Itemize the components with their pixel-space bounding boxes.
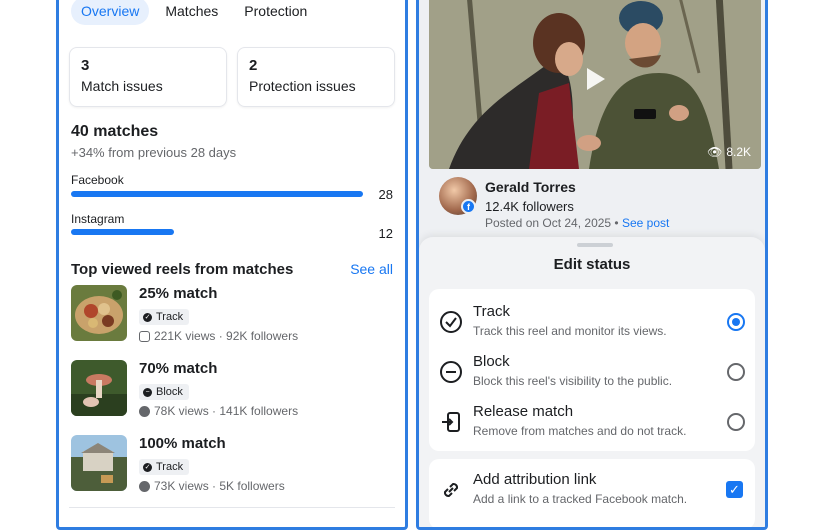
reel-match-percent: 70% match <box>139 360 218 377</box>
option-block[interactable]: Block Block this reel's visibility to th… <box>429 347 755 397</box>
status-badge-label: Track <box>156 461 184 473</box>
reel-stats-text: 78K views · 141K followers <box>154 404 299 418</box>
status-badge: ✓ Track <box>139 309 190 325</box>
status-badge: − Block <box>139 384 189 400</box>
option-track[interactable]: Track Track this reel and monitor its vi… <box>429 297 755 347</box>
reel-match-percent: 25% match <box>139 285 218 302</box>
option-title: Add attribution link <box>473 471 597 488</box>
match-issues-label: Match issues <box>81 78 163 94</box>
edit-status-screen: 👁 8.2K f Gerald Torres 12.4K followers P… <box>416 0 768 530</box>
minus-circle-icon <box>440 361 462 383</box>
option-title: Block <box>473 353 510 370</box>
status-options: Track Track this reel and monitor its vi… <box>429 289 755 451</box>
reel-stats: 73K views · 5K followers <box>139 479 285 493</box>
edit-status-sheet: Edit status Track Track this reel and mo… <box>419 237 765 527</box>
poster-followers: 12.4K followers <box>485 199 574 214</box>
divider <box>69 507 395 508</box>
see-all-link[interactable]: See all <box>350 261 393 277</box>
instagram-bar <box>71 229 174 235</box>
release-icon <box>442 412 460 432</box>
tab-protection[interactable]: Protection <box>234 0 317 25</box>
sheet-title: Edit status <box>553 256 631 273</box>
reel-thumbnail <box>71 435 127 491</box>
instagram-icon <box>139 330 150 342</box>
reel-thumbnail <box>71 360 127 416</box>
check-icon: ✓ <box>143 312 152 322</box>
link-icon <box>443 482 459 498</box>
attribution-checkbox[interactable]: ✓ <box>726 481 743 498</box>
option-title: Track <box>473 303 510 320</box>
reel-item[interactable]: 100% match ✓ Track 73K views · 5K follow… <box>71 435 393 495</box>
matches-overview-screen: Overview Matches Protection 3 Match issu… <box>56 0 408 530</box>
tab-matches[interactable]: Matches <box>155 0 228 25</box>
attribution-box: Add attribution link Add a link to a tra… <box>429 459 755 527</box>
match-issues-count: 3 <box>81 57 90 74</box>
status-badge-label: Track <box>156 311 184 323</box>
instagram-count: 12 <box>378 226 393 241</box>
facebook-count: 28 <box>378 187 393 202</box>
video-views-count: 8.2K <box>726 145 751 159</box>
facebook-badge-icon: f <box>461 199 476 214</box>
check-circle-icon <box>440 311 462 333</box>
tab-bar: Overview Matches Protection <box>71 0 317 28</box>
reel-stats-text: 73K views · 5K followers <box>154 479 285 493</box>
status-badge-label: Block <box>156 386 183 398</box>
reel-video[interactable]: 👁 8.2K <box>429 0 761 169</box>
reel-match-percent: 100% match <box>139 435 226 452</box>
option-desc: Track this reel and monitor its views. <box>473 324 667 338</box>
eye-icon: 👁 <box>707 145 723 159</box>
status-badge: ✓ Track <box>139 459 190 475</box>
reel-item[interactable]: 25% match ✓ Track 221K views · 92K follo… <box>71 285 393 345</box>
block-radio[interactable] <box>727 363 745 381</box>
release-match-radio[interactable] <box>727 413 745 431</box>
protection-issues-label: Protection issues <box>249 78 356 94</box>
reel-item[interactable]: 70% match − Block 78K views · 141K follo… <box>71 360 393 420</box>
platform-label-instagram: Instagram <box>71 212 125 226</box>
posted-date: Posted on Oct 24, 2025 • See post <box>485 216 669 230</box>
option-release-match[interactable]: Release match Remove from matches and do… <box>429 397 755 447</box>
reel-stats: 221K views · 92K followers <box>139 329 298 343</box>
track-radio[interactable] <box>727 313 745 331</box>
platform-label-facebook: Facebook <box>71 173 124 187</box>
see-post-link[interactable]: See post <box>622 216 669 230</box>
option-desc: Block this reel's visibility to the publ… <box>473 374 673 388</box>
reel-thumbnail <box>71 285 127 341</box>
section-title: Top viewed reels from matches <box>71 261 294 278</box>
tab-overview[interactable]: Overview <box>71 0 150 25</box>
match-issues-card[interactable]: 3 Match issues <box>69 47 227 107</box>
facebook-icon <box>139 480 150 492</box>
protection-issues-card[interactable]: 2 Protection issues <box>237 47 395 107</box>
matches-change: +34% from previous 28 days <box>71 145 237 160</box>
poster-name[interactable]: Gerald Torres <box>485 179 576 195</box>
option-desc: Remove from matches and do not track. <box>473 424 687 438</box>
option-desc: Add a link to a tracked Facebook match. <box>473 492 688 506</box>
protection-issues-count: 2 <box>249 57 258 74</box>
check-icon: ✓ <box>143 462 152 472</box>
facebook-icon <box>139 405 150 417</box>
reel-stats: 78K views · 141K followers <box>139 404 298 418</box>
facebook-bar <box>71 191 363 197</box>
total-matches: 40 matches <box>71 123 159 140</box>
video-views: 👁 8.2K <box>707 145 751 159</box>
option-title: Release match <box>473 403 574 420</box>
reel-stats-text: 221K views · 92K followers <box>154 329 299 343</box>
option-attribution[interactable]: Add attribution link Add a link to a tra… <box>429 465 755 515</box>
minus-icon: − <box>143 387 152 397</box>
sheet-grabber[interactable] <box>577 243 613 247</box>
posted-date-text: Posted on Oct 24, 2025 • <box>485 216 622 230</box>
play-icon[interactable] <box>587 68 605 90</box>
